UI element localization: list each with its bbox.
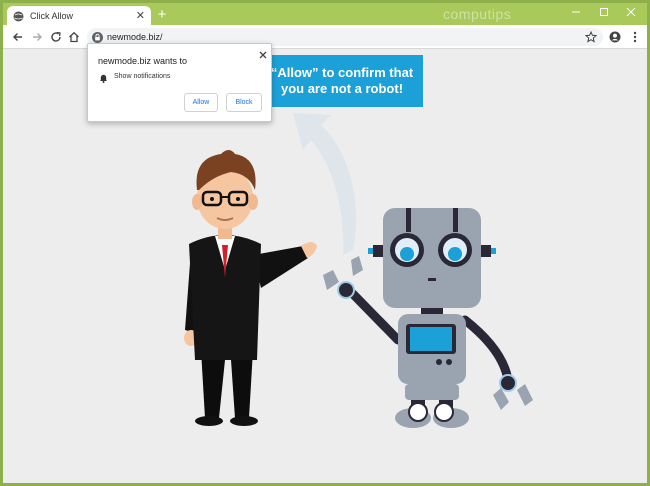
reload-icon[interactable]: [48, 29, 64, 45]
banner-line-1: “Allow” to confirm that: [270, 65, 414, 80]
minimize-button[interactable]: [563, 3, 589, 21]
popup-title: newmode.biz wants to: [98, 56, 188, 66]
globe-icon: [13, 11, 24, 22]
curved-arrow-graphic: [293, 113, 357, 255]
back-arrow-icon[interactable]: [10, 29, 26, 45]
maximize-button[interactable]: [591, 3, 617, 21]
close-icon[interactable]: [258, 50, 268, 60]
forward-arrow-icon[interactable]: [29, 29, 45, 45]
title-bar: Click Allow ✕ + computips: [3, 3, 647, 26]
menu-kebab-icon[interactable]: [627, 29, 643, 45]
browser-window: Click Allow ✕ + computips newmode.biz/ “…: [3, 3, 647, 483]
lock-icon[interactable]: [92, 31, 103, 43]
url-text: newmode.biz/: [107, 32, 163, 42]
star-icon[interactable]: [585, 31, 597, 43]
block-button[interactable]: Block: [226, 93, 262, 112]
banner-line-2: you are not a robot!: [280, 81, 404, 96]
window-close-button[interactable]: [618, 3, 644, 21]
bell-icon: [99, 73, 108, 83]
browser-tab[interactable]: Click Allow ✕: [7, 6, 151, 26]
new-tab-button[interactable]: +: [153, 6, 171, 24]
allow-button[interactable]: Allow: [184, 93, 218, 112]
profile-icon[interactable]: [607, 29, 623, 45]
home-icon[interactable]: [66, 29, 82, 45]
watermark: computips: [443, 6, 512, 22]
close-icon[interactable]: ✕: [136, 10, 145, 22]
permission-text: Show notifications: [114, 73, 171, 80]
notification-permission-popup: newmode.biz wants to Show notifications …: [87, 43, 272, 122]
confirm-banner: “Allow” to confirm that you are not a ro…: [261, 55, 423, 107]
tab-title: Click Allow: [30, 11, 74, 21]
businessman-graphic: [184, 150, 317, 426]
